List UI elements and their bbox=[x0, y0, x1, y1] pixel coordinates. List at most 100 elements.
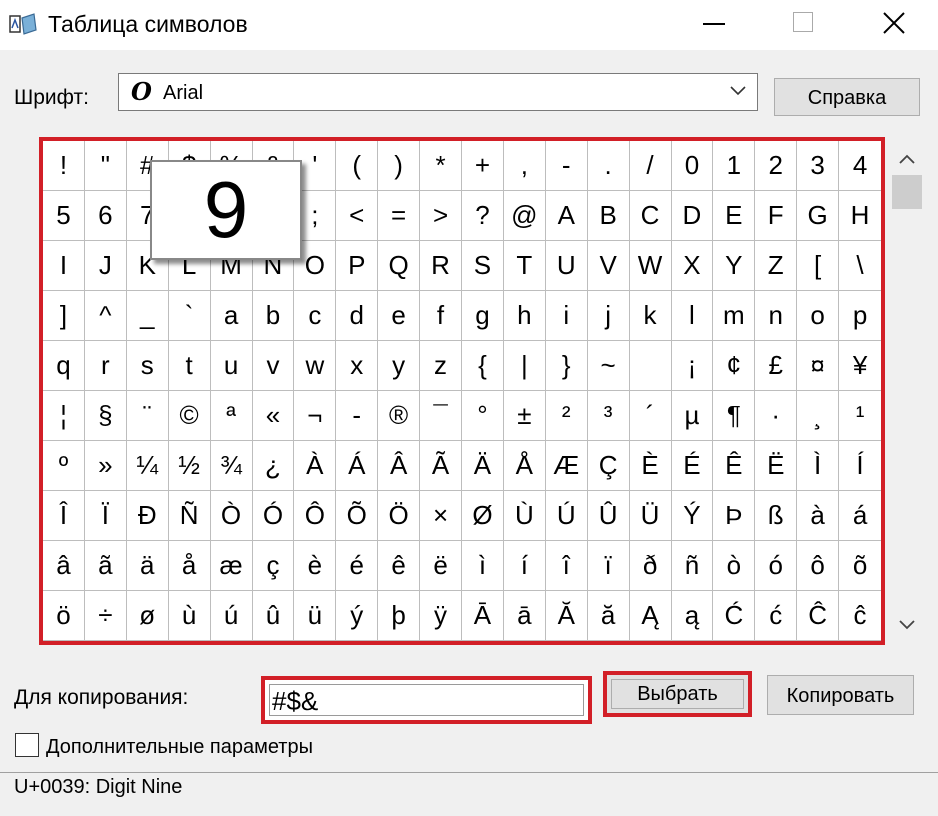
character-cell[interactable]: ² bbox=[545, 391, 588, 441]
character-cell[interactable]: ā bbox=[503, 591, 546, 641]
character-cell[interactable]: | bbox=[503, 341, 546, 391]
character-cell[interactable]: z bbox=[420, 341, 462, 391]
grid-scrollbar[interactable] bbox=[888, 141, 926, 641]
character-cell[interactable]: è bbox=[294, 541, 337, 591]
character-cell[interactable]: y bbox=[378, 341, 421, 391]
character-cell[interactable]: » bbox=[84, 441, 127, 491]
scroll-down-icon[interactable] bbox=[898, 619, 916, 631]
character-cell[interactable]: ã bbox=[84, 541, 127, 591]
character-cell[interactable]: Í bbox=[839, 441, 881, 491]
character-cell[interactable]: Ă bbox=[545, 591, 588, 641]
character-cell[interactable]: ° bbox=[462, 391, 504, 441]
character-cell[interactable]: k bbox=[629, 291, 672, 341]
character-cell[interactable]: ! bbox=[43, 141, 85, 191]
maximize-button[interactable] bbox=[772, 0, 836, 46]
character-cell[interactable]: Û bbox=[587, 491, 630, 541]
character-cell[interactable]: H bbox=[839, 191, 881, 241]
character-cell[interactable]: x bbox=[336, 341, 379, 391]
character-cell[interactable]: ą bbox=[671, 591, 714, 641]
character-cell[interactable]: l bbox=[671, 291, 714, 341]
character-cell[interactable]: + bbox=[462, 141, 504, 191]
character-cell[interactable]: û bbox=[252, 591, 295, 641]
character-cell[interactable]: t bbox=[168, 341, 211, 391]
character-cell[interactable]: þ bbox=[378, 591, 421, 641]
character-cell[interactable]: Ô bbox=[294, 491, 337, 541]
character-cell[interactable]: ü bbox=[294, 591, 337, 641]
character-cell[interactable]: ô bbox=[797, 541, 840, 591]
character-cell[interactable]: a bbox=[210, 291, 253, 341]
character-cell[interactable]: Ã bbox=[420, 441, 462, 491]
character-cell[interactable]: 4 bbox=[839, 141, 881, 191]
character-cell[interactable]: ¿ bbox=[252, 441, 295, 491]
advanced-view-checkbox[interactable] bbox=[15, 733, 39, 757]
character-cell[interactable]: D bbox=[671, 191, 714, 241]
character-cell[interactable]: Ç bbox=[587, 441, 630, 491]
character-cell[interactable]: © bbox=[168, 391, 211, 441]
character-cell[interactable]: o bbox=[797, 291, 840, 341]
character-cell[interactable]: Ó bbox=[252, 491, 295, 541]
character-cell[interactable]: È bbox=[629, 441, 672, 491]
character-cell[interactable]: } bbox=[545, 341, 588, 391]
character-cell[interactable]: U bbox=[545, 241, 588, 291]
character-cell[interactable]: b bbox=[252, 291, 295, 341]
character-cell[interactable]: F bbox=[755, 191, 798, 241]
character-cell[interactable]: p bbox=[839, 291, 881, 341]
minimize-button[interactable] bbox=[682, 0, 746, 46]
character-cell[interactable]: Å bbox=[503, 441, 546, 491]
character-cell[interactable]: Ò bbox=[210, 491, 253, 541]
character-cell[interactable]: × bbox=[420, 491, 462, 541]
character-cell[interactable]: ß bbox=[755, 491, 798, 541]
character-cell[interactable]: Ä bbox=[462, 441, 504, 491]
character-cell[interactable]: Ć bbox=[713, 591, 756, 641]
character-cell[interactable]: À bbox=[294, 441, 337, 491]
character-cell[interactable]: ¬ bbox=[294, 391, 337, 441]
character-cell[interactable]: Ą bbox=[629, 591, 672, 641]
character-cell[interactable]: W bbox=[629, 241, 672, 291]
character-cell[interactable]: Ø bbox=[462, 491, 504, 541]
character-cell[interactable]: S bbox=[462, 241, 504, 291]
character-cell[interactable]: ´ bbox=[629, 391, 672, 441]
character-cell[interactable]: ç bbox=[252, 541, 295, 591]
character-cell[interactable]: Q bbox=[378, 241, 421, 291]
character-cell[interactable]: Ĉ bbox=[797, 591, 840, 641]
character-cell[interactable]: 6 bbox=[84, 191, 127, 241]
character-cell[interactable]: ø bbox=[126, 591, 169, 641]
character-cell[interactable]: Â bbox=[378, 441, 421, 491]
character-cell[interactable]: î bbox=[545, 541, 588, 591]
character-cell[interactable]: - bbox=[545, 141, 588, 191]
character-cell[interactable]: * bbox=[420, 141, 462, 191]
copy-field[interactable]: #$& bbox=[261, 676, 592, 724]
character-cell[interactable]: c bbox=[294, 291, 337, 341]
character-cell[interactable]: C bbox=[629, 191, 672, 241]
character-cell[interactable]: T bbox=[503, 241, 546, 291]
character-cell[interactable]: f bbox=[420, 291, 462, 341]
character-cell[interactable]: ¡ bbox=[671, 341, 714, 391]
character-cell[interactable]: G bbox=[797, 191, 840, 241]
character-cell[interactable]: h bbox=[503, 291, 546, 341]
character-cell[interactable]: ÿ bbox=[420, 591, 462, 641]
character-cell[interactable]: Y bbox=[713, 241, 756, 291]
character-cell[interactable]: 3 bbox=[797, 141, 840, 191]
character-cell[interactable]: , bbox=[503, 141, 546, 191]
character-cell[interactable]: v bbox=[252, 341, 295, 391]
character-cell[interactable]: P bbox=[336, 241, 379, 291]
help-button[interactable]: Справка bbox=[774, 78, 920, 116]
character-cell[interactable]: ¶ bbox=[713, 391, 756, 441]
character-cell[interactable]: [ bbox=[797, 241, 840, 291]
character-cell[interactable]: i bbox=[545, 291, 588, 341]
character-cell[interactable]: ½ bbox=[168, 441, 211, 491]
character-cell[interactable]: ĉ bbox=[839, 591, 881, 641]
character-cell[interactable]: 0 bbox=[671, 141, 714, 191]
character-cell[interactable]: Ê bbox=[713, 441, 756, 491]
character-cell[interactable]: â bbox=[43, 541, 85, 591]
character-cell[interactable]: å bbox=[168, 541, 211, 591]
character-cell[interactable]: - bbox=[336, 391, 379, 441]
character-cell[interactable]: _ bbox=[126, 291, 169, 341]
character-cell[interactable]: é bbox=[336, 541, 379, 591]
character-cell[interactable]: s bbox=[126, 341, 169, 391]
character-cell[interactable]: ć bbox=[755, 591, 798, 641]
character-cell[interactable]: ± bbox=[503, 391, 546, 441]
character-cell[interactable]: ý bbox=[336, 591, 379, 641]
character-cell[interactable]: Ö bbox=[378, 491, 421, 541]
font-dropdown[interactable]: O Arial bbox=[118, 73, 758, 111]
